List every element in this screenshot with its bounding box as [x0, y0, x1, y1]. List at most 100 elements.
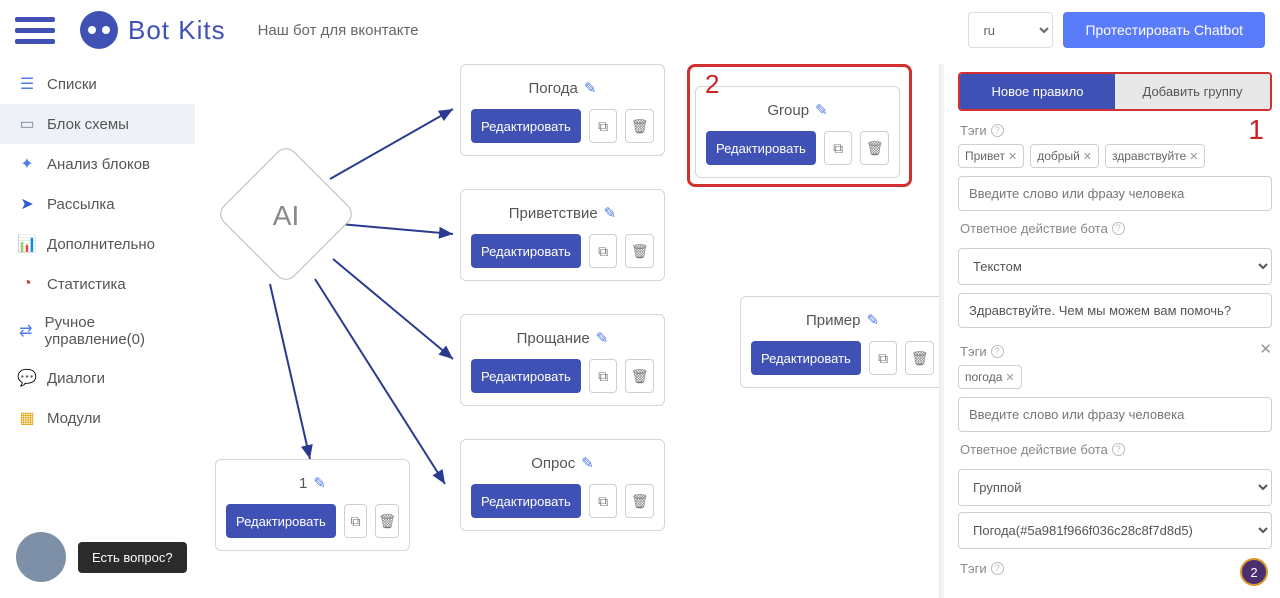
edit-button[interactable]: Редактировать	[471, 234, 581, 268]
tags-list-2: погода✕	[958, 365, 1272, 389]
card-proschanie[interactable]: Прощание ✎ Редактировать ⧉ 🗑	[460, 314, 665, 406]
card-title: Прощание	[517, 330, 590, 347]
copy-icon[interactable]: ⧉	[344, 504, 368, 538]
logo-icon	[80, 11, 118, 49]
card-privetstvie[interactable]: Приветствие✎ Редактировать ⧉ 🗑	[460, 189, 665, 281]
edit-button[interactable]: Редактировать	[226, 504, 336, 538]
sidebar-item-6[interactable]: ⇄ Ручное управление(0)	[0, 304, 195, 358]
sidebar-icon: 📊	[17, 234, 37, 254]
edit-button[interactable]: Редактировать	[471, 359, 581, 393]
group-select[interactable]: Погода(#5a981f966f036c28c8f7d8d5)	[958, 512, 1272, 549]
sidebar-item-1[interactable]: ▭Блок схемы	[0, 104, 195, 144]
card-pogoda[interactable]: Погода ✎ Редактировать ⧉ 🗑	[460, 64, 665, 156]
sidebar-item-5[interactable]: ◔Статистика	[0, 264, 195, 304]
sidebar-item-0[interactable]: ☰ Списки	[0, 64, 195, 104]
sidebar-item-label: Статистика	[47, 276, 126, 293]
sidebar-item-3[interactable]: ➤Рассылка	[0, 184, 195, 224]
card-title: Погода	[529, 80, 578, 97]
pencil-icon[interactable]: ✎	[596, 329, 609, 347]
delete-icon[interactable]: 🗑	[625, 484, 654, 518]
annotation-2: 2	[705, 69, 719, 100]
action-select-1[interactable]: Текстом	[958, 248, 1272, 285]
sidebar-item-4[interactable]: 📊 Дополнительно	[0, 224, 195, 264]
tag-remove-icon[interactable]: ✕	[1008, 150, 1017, 163]
card-primer[interactable]: Пример✎ Редактировать ⧉ 🗑	[740, 296, 940, 388]
answer-text-1[interactable]	[958, 293, 1272, 328]
delete-icon[interactable]: 🗑	[625, 359, 654, 393]
edit-button[interactable]: Редактировать	[471, 484, 581, 518]
delete-icon[interactable]: 🗑	[625, 109, 654, 143]
pencil-icon[interactable]: ✎	[581, 454, 594, 472]
tag[interactable]: Привет✕	[958, 144, 1024, 168]
notification-badge[interactable]: 2	[1240, 558, 1268, 586]
tag-remove-icon[interactable]: ✕	[1083, 150, 1092, 163]
tag[interactable]: погода✕	[958, 365, 1022, 389]
right-panel: Новое правило Добавить группу 1 Тэги? Пр…	[950, 64, 1280, 598]
sidebar-item-2[interactable]: ✦ Анализ блоков	[0, 144, 195, 184]
copy-icon[interactable]: ⧉	[589, 484, 618, 518]
sidebar-item-label: Списки	[47, 76, 97, 93]
help-tooltip: Есть вопрос?	[78, 542, 187, 573]
help-avatar	[16, 532, 66, 582]
copy-icon[interactable]: ⧉	[589, 109, 618, 143]
ai-start-node[interactable]: AI	[216, 144, 356, 284]
tag[interactable]: здравствуйте✕	[1105, 144, 1205, 168]
tag-remove-icon[interactable]: ✕	[1005, 371, 1014, 384]
copy-icon[interactable]: ⧉	[589, 359, 618, 393]
copy-icon[interactable]: ⧉	[869, 341, 898, 375]
action-select-2[interactable]: Группой	[958, 469, 1272, 506]
copy-icon[interactable]: ⧉	[824, 131, 853, 165]
annotation-1: 1	[1248, 114, 1264, 146]
canvas[interactable]: AI Погода ✎ Редактировать ⧉ 🗑 Приветствие…	[195, 64, 940, 598]
phrase-input-1[interactable]	[958, 176, 1272, 211]
sidebar-icon: ▭	[17, 114, 37, 134]
edit-button[interactable]: Редактировать	[471, 109, 581, 143]
tab-new-rule[interactable]: Новое правило	[960, 74, 1115, 109]
card-title: 1	[299, 475, 307, 492]
tag-remove-icon[interactable]: ✕	[1189, 150, 1198, 163]
sidebar-item-7[interactable]: 💬 Диалоги	[0, 358, 195, 398]
sidebar-item-label: Дополнительно	[47, 236, 155, 253]
edit-button[interactable]: Редактировать	[706, 131, 816, 165]
language-select[interactable]: ru	[968, 12, 1053, 48]
sidebar-icon: 💬	[17, 368, 37, 388]
sidebar-item-label: Диалоги	[47, 370, 105, 387]
test-chatbot-button[interactable]: Протестировать Chatbot	[1063, 12, 1265, 48]
sidebar-icon: ⇄	[17, 321, 35, 341]
tag[interactable]: добрый✕	[1030, 144, 1099, 168]
sidebar-item-label: Модули	[47, 410, 101, 427]
sidebar-item-label: Анализ блоков	[47, 156, 150, 173]
close-icon[interactable]: ✕	[1259, 340, 1272, 358]
card-1[interactable]: 1 ✎ Редактировать ⧉ 🗑	[215, 459, 410, 551]
phrase-input-2[interactable]	[958, 397, 1272, 432]
delete-icon[interactable]: 🗑	[905, 341, 934, 375]
pencil-icon[interactable]: ✎	[313, 474, 326, 492]
pencil-icon[interactable]: ✎	[584, 79, 597, 97]
sidebar-item-label: Ручное управление(0)	[45, 314, 181, 348]
pencil-icon[interactable]: ✎	[604, 204, 617, 222]
sidebar-item-8[interactable]: ▦ Модули	[0, 398, 195, 438]
hamburger-menu[interactable]	[15, 10, 55, 50]
tags-label: Тэги?	[960, 123, 1272, 138]
delete-icon[interactable]: 🗑	[375, 504, 399, 538]
delete-icon[interactable]: 🗑	[860, 131, 889, 165]
card-opros[interactable]: Опрос✎ Редактировать ⧉ 🗑	[460, 439, 665, 531]
sidebar-icon: ➤	[17, 194, 37, 214]
page-subtitle: Наш бот для вконтакте	[258, 22, 419, 39]
copy-icon[interactable]: ⧉	[589, 234, 618, 268]
edit-button[interactable]: Редактировать	[751, 341, 861, 375]
card-group[interactable]: Group✎ Редактировать ⧉ 🗑	[695, 86, 900, 178]
help-widget[interactable]: Есть вопрос?	[16, 532, 187, 582]
sidebar-icon: ☰	[17, 74, 37, 94]
logo[interactable]: Bot Kits	[80, 11, 226, 49]
tags-label-3: Тэги?	[960, 561, 1272, 576]
action-label-2: Ответное действие бота?	[960, 442, 1272, 457]
rule-tabs: Новое правило Добавить группу	[958, 72, 1272, 111]
delete-icon[interactable]: 🗑	[625, 234, 654, 268]
sidebar-icon: ▦	[17, 408, 37, 428]
tab-add-group[interactable]: Добавить группу	[1115, 74, 1270, 109]
action-label: Ответное действие бота?	[960, 221, 1272, 236]
pencil-icon[interactable]: ✎	[815, 101, 828, 119]
sidebar-icon: ✦	[17, 154, 37, 174]
pencil-icon[interactable]: ✎	[866, 311, 879, 329]
